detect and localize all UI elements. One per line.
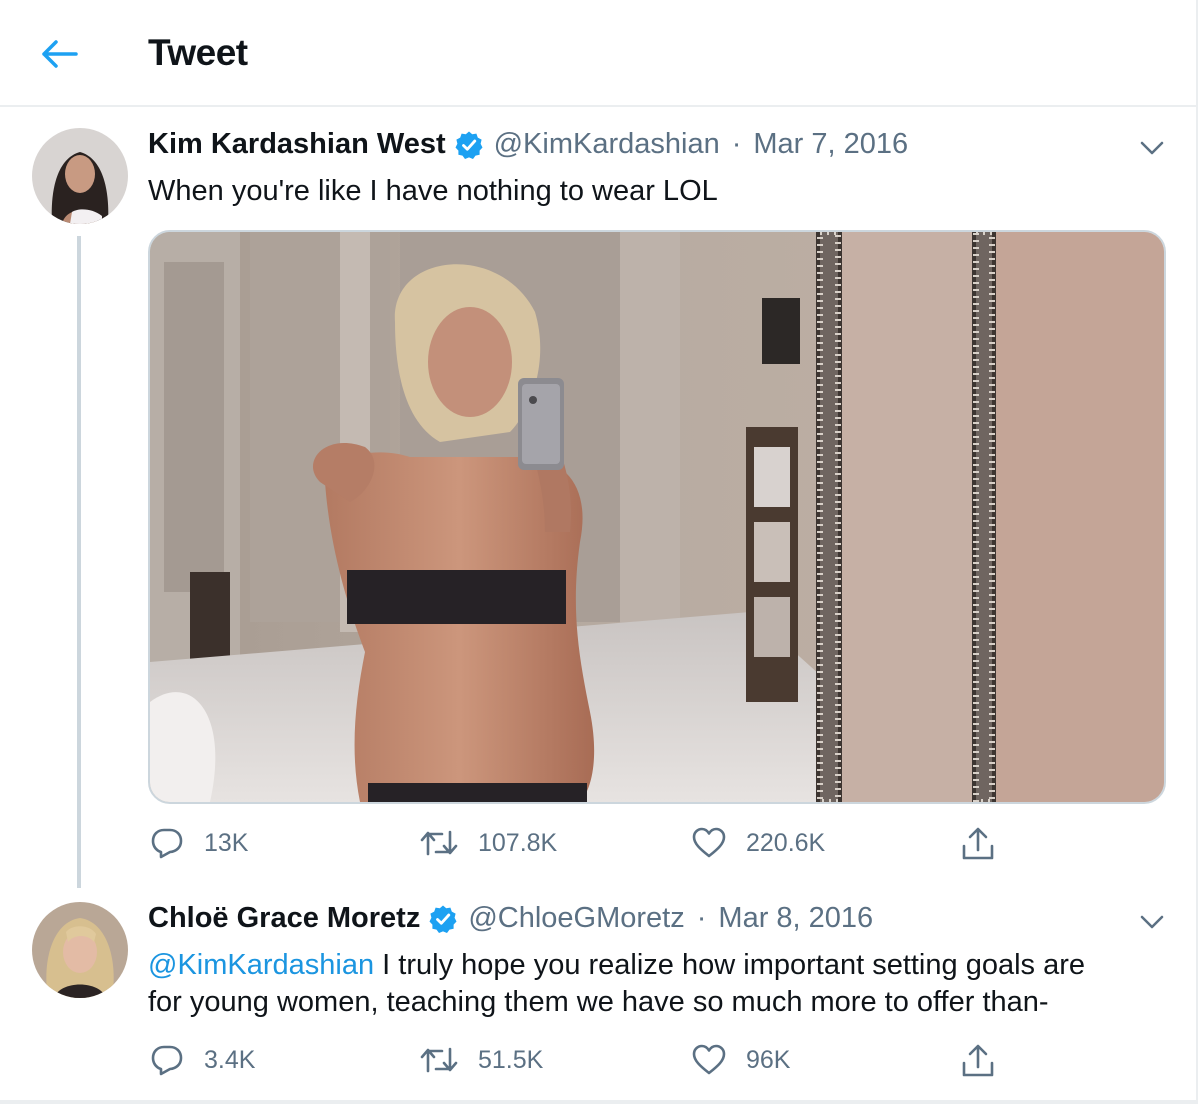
like-count: 96K (746, 1045, 791, 1074)
back-button[interactable] (38, 34, 82, 74)
separator-dot: · (696, 902, 707, 934)
heart-icon (692, 1044, 726, 1075)
tweet-text: @KimKardashian I truly hope you realize … (148, 947, 1158, 1021)
share-button[interactable] (961, 1043, 995, 1079)
retweet-icon (420, 830, 458, 856)
tweet-header: Chloë Grace Moretz @ChloeGMoretz · Mar 8… (148, 902, 873, 935)
reply-icon (151, 828, 183, 859)
bathroom-photo (150, 232, 1164, 802)
like-button[interactable]: 96K (692, 1043, 790, 1077)
like-count: 220.6K (746, 828, 826, 857)
tweet-date[interactable]: Mar 8, 2016 (718, 902, 873, 935)
heart-icon (692, 827, 726, 858)
page-title: Tweet (148, 32, 248, 73)
tweet-options-button[interactable] (1134, 130, 1170, 166)
tweet-media-image[interactable] (148, 230, 1166, 804)
retweet-icon (420, 1047, 458, 1073)
avatar-image (32, 128, 128, 224)
separator-dot: · (731, 128, 742, 160)
author-name[interactable]: Kim Kardashian West (148, 128, 446, 161)
like-button[interactable]: 220.6K (692, 826, 825, 860)
bottom-divider (0, 1100, 1198, 1104)
author-handle[interactable]: @KimKardashian (494, 128, 720, 161)
avatar-image (32, 902, 128, 998)
tweet-options-button[interactable] (1134, 904, 1170, 940)
share-icon (962, 1044, 994, 1077)
author-handle[interactable]: @ChloeGMoretz (468, 902, 684, 935)
verified-badge-icon (454, 130, 484, 160)
page-header: Tweet (0, 0, 1198, 107)
tweet-text: When you're like I have nothing to wear … (148, 175, 718, 207)
tweet-header: Kim Kardashian West @KimKardashian · Mar… (148, 128, 908, 161)
avatar[interactable] (32, 902, 128, 998)
retweet-count: 51.5K (478, 1045, 544, 1074)
retweet-button[interactable]: 51.5K (420, 1043, 543, 1077)
reply-button[interactable]: 13K (150, 826, 248, 860)
retweet-count: 107.8K (478, 828, 558, 857)
reply-icon (151, 1045, 183, 1076)
share-button[interactable] (961, 826, 995, 862)
chevron-down-icon (1140, 915, 1164, 929)
verified-badge-icon (428, 904, 458, 934)
reply-button[interactable]: 3.4K (150, 1043, 255, 1077)
tweet-date[interactable]: Mar 7, 2016 (753, 128, 908, 161)
tweet-text-line2: for young women, teaching them we have s… (148, 986, 1049, 1018)
author-name[interactable]: Chloë Grace Moretz (148, 902, 420, 935)
share-icon (962, 827, 994, 860)
thread-connector-line (77, 236, 81, 888)
mention-link[interactable]: @KimKardashian (148, 949, 374, 981)
retweet-button[interactable]: 107.8K (420, 826, 557, 860)
reply-count: 3.4K (204, 1045, 256, 1074)
tweet-text-line1: I truly hope you realize how important s… (374, 949, 1085, 981)
arrow-left-icon (42, 40, 78, 68)
reply-count: 13K (204, 828, 249, 857)
chevron-down-icon (1140, 141, 1164, 155)
avatar[interactable] (32, 128, 128, 224)
